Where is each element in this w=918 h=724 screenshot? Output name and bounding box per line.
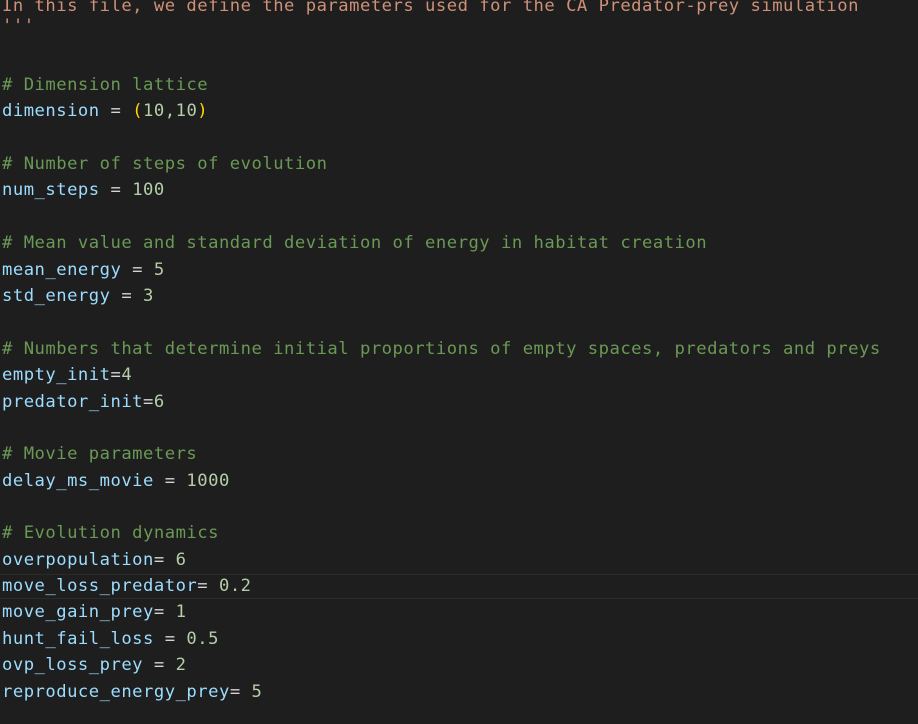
number-value: 1000 (186, 471, 230, 491)
assign-operator: = (153, 550, 176, 570)
docstring-close-line[interactable]: ''' (2, 13, 35, 39)
assign-operator: = (197, 576, 219, 596)
code-line-overpopulation[interactable]: overpopulation= 6 (2, 547, 186, 573)
variable-name: reproduce_energy_prey (2, 682, 230, 702)
variable-name: ovp_loss_prey (2, 655, 144, 675)
assign-operator: = (99, 101, 133, 121)
tuple-value: 10,10 (143, 101, 198, 121)
comment-steps[interactable]: # Number of steps of evolution (2, 151, 327, 177)
assign-operator: = (153, 629, 187, 649)
code-line-empty-init[interactable]: empty_init=4 (2, 362, 132, 388)
code-line-std-energy[interactable]: std_energy = 3 (2, 283, 154, 309)
assign-operator: = (110, 365, 122, 385)
variable-name: mean_energy (2, 260, 122, 280)
open-paren: ( (132, 101, 144, 121)
number-value: 6 (175, 550, 187, 570)
code-line-delay-ms-movie[interactable]: delay_ms_movie = 1000 (2, 468, 230, 494)
variable-name: std_energy (2, 286, 111, 306)
assign-operator: = (99, 180, 133, 200)
close-paren: ) (197, 101, 209, 121)
assign-operator: = (143, 655, 176, 675)
comment-text: # Evolution dynamics (2, 523, 219, 543)
variable-name: delay_ms_movie (2, 471, 154, 491)
code-editor[interactable]: In this file, we define the parameters u… (0, 0, 918, 724)
comment-dimension[interactable]: # Dimension lattice (2, 72, 208, 98)
variable-name: empty_init (2, 365, 111, 385)
number-value: 2 (175, 655, 187, 675)
comment-evolution[interactable]: # Evolution dynamics (2, 520, 219, 546)
assign-operator: = (153, 602, 176, 622)
code-line-dimension[interactable]: dimension = (10,10) (2, 98, 208, 124)
code-line-predator-init[interactable]: predator_init=6 (2, 389, 165, 415)
variable-name: dimension (2, 101, 100, 121)
number-value: 4 (121, 365, 133, 385)
assign-operator: = (229, 682, 252, 702)
number-value: 0.2 (218, 576, 252, 596)
code-line-hunt-fail-loss[interactable]: hunt_fail_loss = 0.5 (2, 626, 219, 652)
docstring-line[interactable]: In this file, we define the parameters u… (2, 0, 859, 19)
comment-text: # Number of steps of evolution (2, 154, 328, 174)
code-line-move-gain-prey[interactable]: move_gain_prey= 1 (2, 599, 186, 625)
docstring-close: ''' (2, 16, 35, 36)
number-value: 1 (175, 602, 187, 622)
comment-text: # Movie parameters (2, 444, 198, 464)
variable-name: predator_init (2, 392, 144, 412)
comment-proportions[interactable]: # Numbers that determine initial proport… (2, 336, 881, 362)
number-value: 100 (132, 180, 165, 200)
number-value: 6 (153, 392, 165, 412)
assign-operator: = (143, 392, 154, 412)
code-line-ovp-loss-prey[interactable]: ovp_loss_prey = 2 (2, 652, 186, 678)
variable-name: move_gain_prey (2, 602, 154, 622)
number-value: 0.5 (186, 629, 219, 649)
code-line-move-loss-predator[interactable]: move_loss_predator= 0.2 (2, 573, 252, 599)
assign-operator: = (153, 471, 187, 491)
code-line-num-steps[interactable]: num_steps = 100 (2, 177, 165, 203)
assign-operator: = (121, 260, 154, 280)
assign-operator: = (110, 286, 144, 306)
variable-name: num_steps (2, 180, 100, 200)
comment-text: # Mean value and standard deviation of e… (2, 233, 708, 253)
comment-text: # Numbers that determine initial proport… (2, 339, 881, 359)
variable-name: overpopulation (2, 550, 154, 570)
comment-movie[interactable]: # Movie parameters (2, 441, 197, 467)
comment-energy[interactable]: # Mean value and standard deviation of e… (2, 230, 707, 256)
number-value: 5 (251, 682, 263, 702)
code-line-reproduce-energy-prey[interactable]: reproduce_energy_prey= 5 (2, 679, 262, 705)
number-value: 5 (153, 260, 165, 280)
number-value: 3 (143, 286, 154, 306)
comment-text: # Dimension lattice (2, 75, 209, 95)
docstring-text: In this file, we define the parameters u… (2, 0, 859, 16)
variable-name: move_loss_predator (2, 576, 198, 596)
code-line-mean-energy[interactable]: mean_energy = 5 (2, 257, 165, 283)
variable-name: hunt_fail_loss (2, 629, 154, 649)
